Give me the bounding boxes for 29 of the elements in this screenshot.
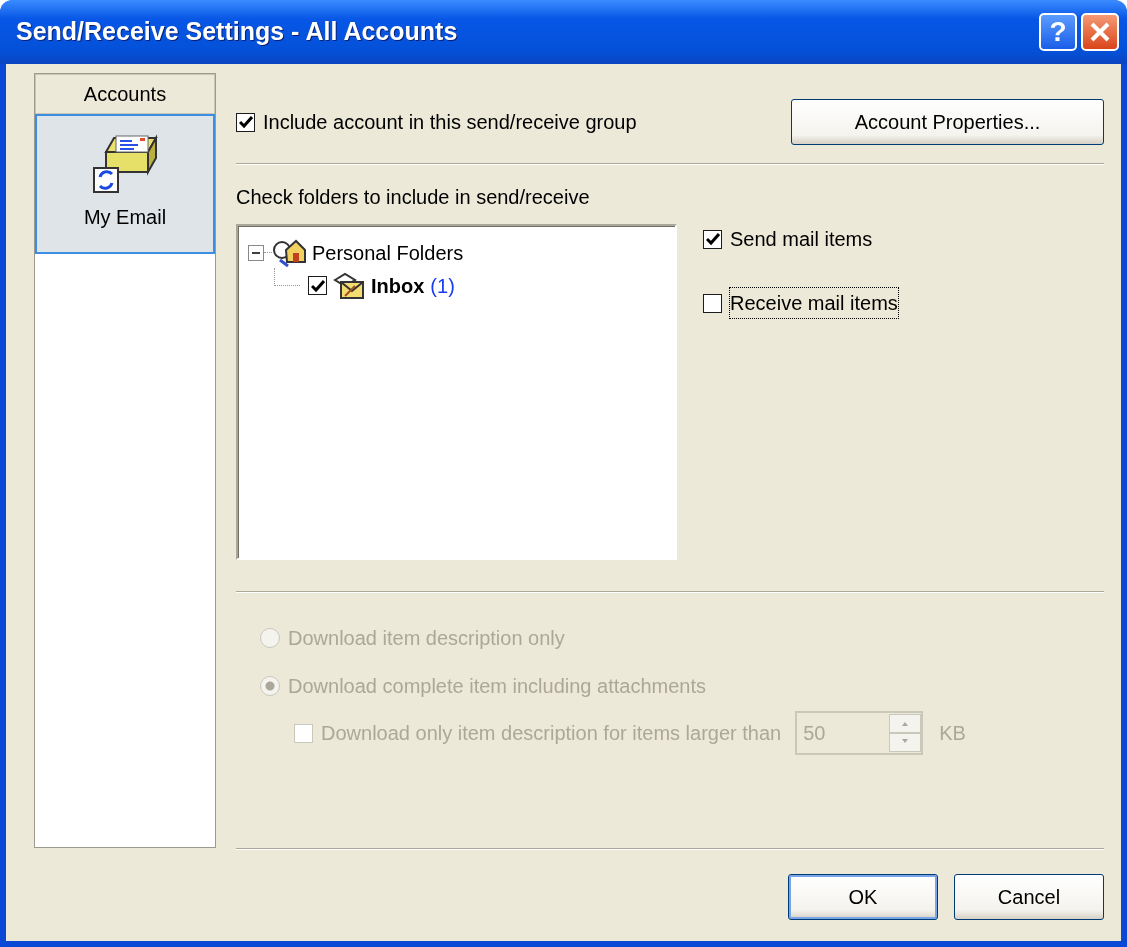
inbox-icon [333,271,365,300]
accounts-header[interactable]: Accounts [35,74,215,114]
window-title: Send/Receive Settings - All Accounts [16,16,459,48]
collapse-toggle-icon[interactable] [248,244,264,261]
size-spin-field: 50 [795,711,924,755]
checkbox-label[interactable]: Include account in this send/receive group [263,107,637,137]
checkbox[interactable] [703,293,722,313]
unit-label: KB [939,721,966,746]
checkbox[interactable] [308,276,327,295]
folder-label[interactable]: Personal Folders [312,237,464,268]
radio-label: Download complete item including attachments [288,674,706,699]
folder-house-icon [272,237,306,268]
folders-label: Check folders to include in send/receive [236,185,591,210]
folder-label[interactable]: Inbox [371,270,425,301]
checkbox-label[interactable]: Receive mail items [730,288,898,318]
close-icon [1089,21,1111,43]
spin-arrows-icon [889,714,922,752]
checkbox-label: Download only item description for items larger than [321,721,782,746]
dialog-button[interactable]: Cancel [954,874,1104,920]
dialog-button[interactable]: OK [788,874,938,920]
radio-label: Download item description only [288,626,565,651]
account-properties-button[interactable]: Account Properties... [791,99,1104,145]
account-item[interactable]: My Email [35,114,215,254]
checkbox[interactable] [703,229,722,249]
checkbox[interactable] [236,112,255,132]
account-label: My Email [83,205,167,230]
close-button[interactable] [1081,13,1119,51]
unread-count: (1) [430,273,455,299]
checkbox-label[interactable]: Send mail items [730,224,873,254]
